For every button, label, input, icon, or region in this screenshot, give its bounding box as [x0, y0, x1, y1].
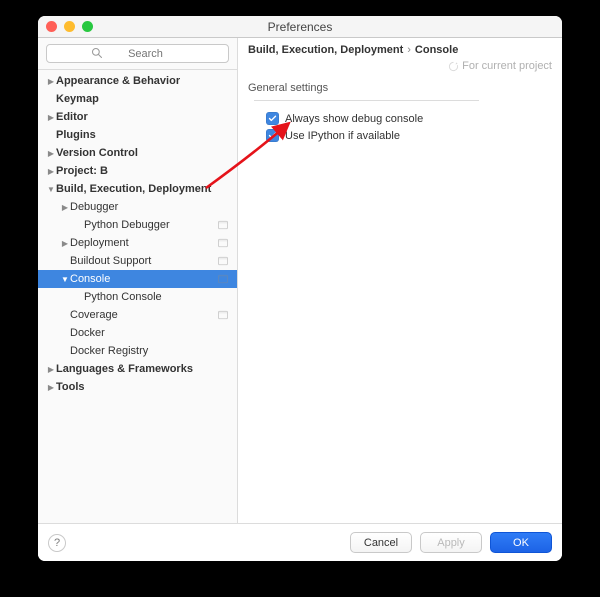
- window-body: ▶Appearance & BehaviorKeymap▶EditorPlugi…: [38, 38, 562, 523]
- setting-use-ipython[interactable]: Use IPython if available: [266, 129, 552, 142]
- reset-icon: [448, 61, 459, 72]
- tree-item[interactable]: Docker Registry: [38, 342, 237, 360]
- breadcrumb-current: Console: [415, 44, 458, 56]
- tree-item[interactable]: ▶Appearance & Behavior: [38, 72, 237, 90]
- tree-item-label: Build, Execution, Deployment: [56, 183, 229, 195]
- tree-item-label: Python Debugger: [84, 219, 213, 231]
- apply-button[interactable]: Apply: [420, 532, 482, 553]
- close-icon[interactable]: [46, 21, 57, 32]
- tree-item[interactable]: Docker: [38, 324, 237, 342]
- chevron-right-icon[interactable]: ▶: [46, 149, 56, 158]
- tree-item[interactable]: ▶Tools: [38, 378, 237, 396]
- tree-item[interactable]: Python Debugger: [38, 216, 237, 234]
- tree-item-label: Debugger: [70, 201, 229, 213]
- tree-item[interactable]: Python Console: [38, 288, 237, 306]
- project-scope: For current project: [448, 60, 552, 72]
- setting-label: Always show debug console: [285, 113, 423, 125]
- settings-tree[interactable]: ▶Appearance & BehaviorKeymap▶EditorPlugi…: [38, 70, 237, 523]
- chevron-right-icon[interactable]: ▶: [60, 239, 70, 248]
- tree-item-label: Plugins: [56, 129, 229, 141]
- button-label: Cancel: [364, 537, 398, 549]
- tree-item-label: Console: [70, 273, 213, 285]
- tree-item-label: Buildout Support: [70, 255, 213, 267]
- tree-item-label: Version Control: [56, 147, 229, 159]
- tree-item[interactable]: ▶Languages & Frameworks: [38, 360, 237, 378]
- window-title: Preferences: [38, 20, 562, 34]
- checkbox-checked-icon: [266, 129, 279, 142]
- preferences-window: Preferences ▶Appearance & BehaviorKeymap…: [38, 16, 562, 561]
- project-badge-icon: [217, 255, 229, 267]
- section-title: General settings: [248, 82, 328, 94]
- divider: [254, 100, 479, 101]
- tree-item[interactable]: ▼Build, Execution, Deployment: [38, 180, 237, 198]
- tree-item-label: Languages & Frameworks: [56, 363, 229, 375]
- search-wrap: [38, 38, 237, 70]
- project-scope-label: For current project: [462, 60, 552, 72]
- titlebar: Preferences: [38, 16, 562, 38]
- project-badge-icon: [217, 219, 229, 231]
- zoom-icon[interactable]: [82, 21, 93, 32]
- tree-item-label: Coverage: [70, 309, 213, 321]
- minimize-icon[interactable]: [64, 21, 75, 32]
- traffic-lights: [46, 21, 93, 32]
- tree-item-label: Deployment: [70, 237, 213, 249]
- setting-always-show-debug-console[interactable]: Always show debug console: [266, 112, 552, 125]
- tree-item[interactable]: ▶Deployment: [38, 234, 237, 252]
- chevron-right-icon: ›: [407, 44, 411, 56]
- tree-item[interactable]: Keymap: [38, 90, 237, 108]
- tree-item[interactable]: Plugins: [38, 126, 237, 144]
- tree-item-label: Docker: [70, 327, 229, 339]
- tree-item[interactable]: ▶Version Control: [38, 144, 237, 162]
- section-header: General settings: [238, 76, 562, 108]
- settings-detail: Build, Execution, Deployment › Console F…: [238, 38, 562, 523]
- button-label: Apply: [437, 537, 465, 549]
- general-settings: Always show debug console Use IPython if…: [238, 108, 562, 142]
- tree-item-label: Python Console: [84, 291, 229, 303]
- breadcrumb-parent: Build, Execution, Deployment: [248, 44, 403, 56]
- tree-item[interactable]: Coverage: [38, 306, 237, 324]
- tree-item[interactable]: ▶Project: B: [38, 162, 237, 180]
- help-button[interactable]: ?: [48, 534, 66, 552]
- chevron-down-icon[interactable]: ▼: [60, 275, 70, 284]
- chevron-right-icon[interactable]: ▶: [60, 203, 70, 212]
- checkbox-checked-icon: [266, 112, 279, 125]
- cancel-button[interactable]: Cancel: [350, 532, 412, 553]
- chevron-right-icon[interactable]: ▶: [46, 77, 56, 86]
- search-icon: [91, 47, 103, 59]
- help-icon: ?: [54, 537, 60, 549]
- setting-label: Use IPython if available: [285, 130, 400, 142]
- chevron-right-icon[interactable]: ▶: [46, 383, 56, 392]
- settings-sidebar: ▶Appearance & BehaviorKeymap▶EditorPlugi…: [38, 38, 238, 523]
- chevron-right-icon[interactable]: ▶: [46, 167, 56, 176]
- breadcrumb: Build, Execution, Deployment › Console F…: [238, 38, 562, 76]
- chevron-down-icon[interactable]: ▼: [46, 185, 56, 194]
- button-label: OK: [513, 537, 529, 549]
- ok-button[interactable]: OK: [490, 532, 552, 553]
- project-badge-icon: [217, 309, 229, 321]
- tree-item[interactable]: ▼Console: [38, 270, 237, 288]
- chevron-right-icon[interactable]: ▶: [46, 113, 56, 122]
- dialog-buttons: ? Cancel Apply OK: [38, 523, 562, 561]
- tree-item[interactable]: Buildout Support: [38, 252, 237, 270]
- tree-item-label: Docker Registry: [70, 345, 229, 357]
- search-input[interactable]: [46, 44, 229, 63]
- chevron-right-icon[interactable]: ▶: [46, 365, 56, 374]
- tree-item-label: Tools: [56, 381, 229, 393]
- project-badge-icon: [217, 273, 229, 285]
- project-badge-icon: [217, 237, 229, 249]
- tree-item-label: Keymap: [56, 93, 229, 105]
- tree-item-label: Appearance & Behavior: [56, 75, 229, 87]
- tree-item[interactable]: ▶Editor: [38, 108, 237, 126]
- tree-item-label: Editor: [56, 111, 229, 123]
- tree-item[interactable]: ▶Debugger: [38, 198, 237, 216]
- tree-item-label: Project: B: [56, 165, 229, 177]
